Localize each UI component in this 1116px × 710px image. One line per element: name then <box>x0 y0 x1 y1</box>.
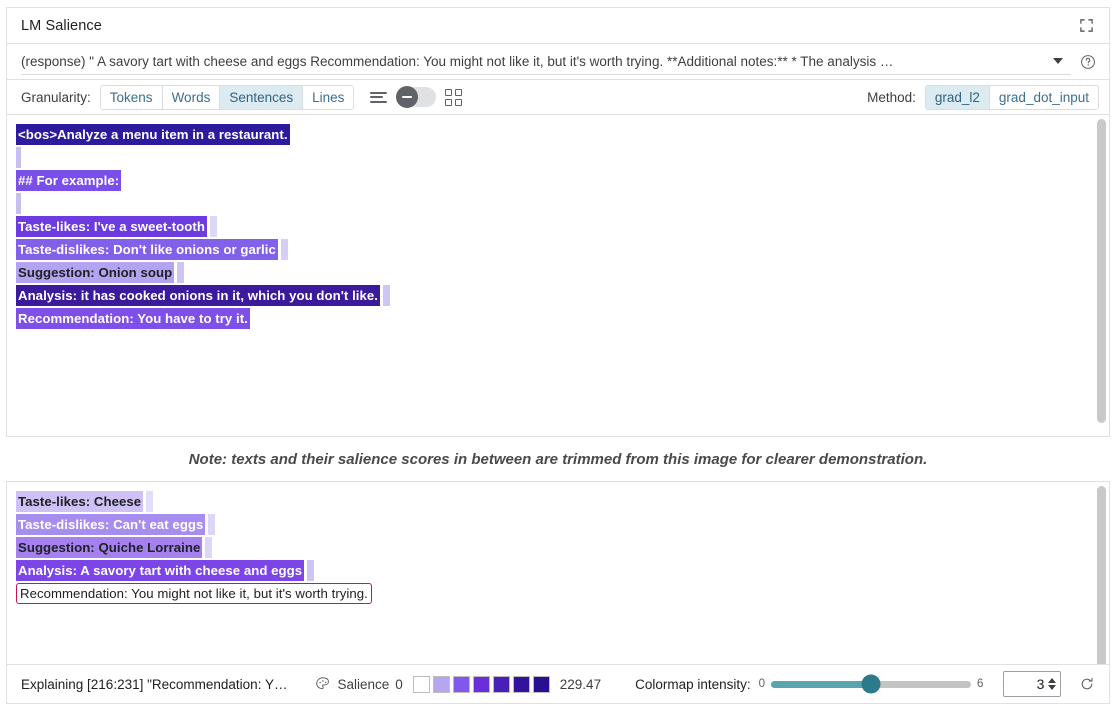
salience-module-top: LM Salience (response) " A savory tart w… <box>6 7 1110 437</box>
salience-blank-segment[interactable] <box>16 147 21 168</box>
salience-line[interactable]: Analysis: it has cooked onions in it, wh… <box>16 285 1091 306</box>
salience-line[interactable]: Suggestion: Quiche Lorraine <box>16 537 1091 558</box>
colormap-intensity-stepper[interactable]: 3 <box>1003 671 1061 697</box>
granularity-option-sentences[interactable]: Sentences <box>220 86 303 109</box>
fullscreen-expand-icon[interactable] <box>1073 13 1099 39</box>
palette-icon <box>315 676 331 692</box>
chevron-down-icon <box>1053 58 1063 64</box>
density-toggle-knob <box>396 86 418 108</box>
salience-swatch <box>433 676 450 693</box>
method-segmented-control: grad_l2 grad_dot_input <box>925 85 1099 110</box>
salience-legend: Salience 0 229.47 <box>315 676 601 693</box>
lines-view-icon[interactable] <box>370 92 387 103</box>
colormap-intensity-slider[interactable] <box>771 681 971 688</box>
salience-line[interactable] <box>16 193 1091 214</box>
salience-text-panel-top: <bos>Analyze a menu item in a restaurant… <box>7 115 1109 436</box>
salience-toolbar: Granularity: Tokens Words Sentences Line… <box>7 80 1109 115</box>
salience-swatch <box>413 676 430 693</box>
view-toggle-group <box>370 87 462 107</box>
salience-segment[interactable]: Taste-dislikes: Don't like onions or gar… <box>16 239 278 260</box>
salience-swatch <box>513 676 530 693</box>
slider-thumb[interactable] <box>862 675 881 694</box>
trim-note: Note: texts and their salience scores in… <box>0 442 1116 476</box>
granularity-option-tokens[interactable]: Tokens <box>101 86 163 109</box>
salience-line[interactable]: Taste-likes: Cheese <box>16 491 1091 512</box>
salience-segment-selected[interactable]: Recommendation: You might not like it, b… <box>16 583 372 604</box>
salience-separator-segment[interactable] <box>307 560 314 581</box>
salience-line[interactable]: <bos>Analyze a menu item in a restaurant… <box>16 124 1091 145</box>
salience-separator-segment[interactable] <box>383 285 390 306</box>
salience-legend-max: 229.47 <box>560 677 601 692</box>
salience-segment[interactable]: Taste-likes: I've a sweet-tooth <box>16 216 207 237</box>
slider-min-label: 0 <box>759 678 765 690</box>
response-select-value: (response) " A savory tart with cheese a… <box>21 54 1053 69</box>
colormap-intensity-control: Colormap intensity: 0 6 3 <box>635 671 1095 697</box>
salience-segment[interactable]: <bos>Analyze a menu item in a restaurant… <box>16 124 290 145</box>
density-toggle-switch[interactable] <box>396 87 436 107</box>
salience-lines-top: <bos>Analyze a menu item in a restaurant… <box>7 115 1109 436</box>
salience-segment[interactable]: Taste-likes: Cheese <box>16 491 143 512</box>
salience-swatch <box>473 676 490 693</box>
method-option-grad-dot-input[interactable]: grad_dot_input <box>990 86 1098 109</box>
salience-segment[interactable]: Taste-dislikes: Can't eat eggs <box>16 514 205 535</box>
colormap-slider-wrap: 0 6 <box>759 678 984 690</box>
salience-line[interactable]: ## For example: <box>16 170 1091 191</box>
salience-segment[interactable]: Recommendation: You have to try it. <box>16 308 250 329</box>
chevron-down-icon[interactable] <box>1048 685 1056 690</box>
salience-segment[interactable]: ## For example: <box>16 170 121 191</box>
salience-line[interactable]: Suggestion: Onion soup <box>16 262 1091 283</box>
module-titlebar: LM Salience <box>7 8 1109 44</box>
granularity-segmented-control: Tokens Words Sentences Lines <box>100 85 355 110</box>
salience-line[interactable]: Recommendation: You have to try it. <box>16 308 1091 329</box>
granularity-label: Granularity: <box>21 90 91 105</box>
salience-line[interactable]: Analysis: A savory tart with cheese and … <box>16 560 1091 581</box>
explaining-label: Explaining [216:231] "Recommendation: Y… <box>21 677 287 692</box>
salience-separator-segment[interactable] <box>281 239 288 260</box>
salience-line[interactable]: Recommendation: You might not like it, b… <box>16 583 1091 604</box>
stepper-arrows[interactable] <box>1048 678 1056 690</box>
salience-separator-segment[interactable] <box>210 216 217 237</box>
colormap-intensity-label: Colormap intensity: <box>635 677 751 692</box>
grid-view-icon[interactable] <box>445 89 462 106</box>
salience-separator-segment[interactable] <box>208 514 215 535</box>
stepper-value: 3 <box>1010 676 1048 692</box>
response-select-row: (response) " A savory tart with cheese a… <box>7 44 1109 80</box>
salience-line[interactable]: Taste-dislikes: Can't eat eggs <box>16 514 1091 535</box>
salience-legend-label: Salience <box>337 677 389 692</box>
granularity-option-lines[interactable]: Lines <box>303 86 353 109</box>
salience-separator-segment[interactable] <box>205 537 212 558</box>
salience-segment[interactable]: Analysis: it has cooked onions in it, wh… <box>16 285 380 306</box>
granularity-option-words[interactable]: Words <box>163 86 221 109</box>
salience-swatch <box>453 676 470 693</box>
salience-separator-segment[interactable] <box>146 491 153 512</box>
salience-segment[interactable]: Suggestion: Onion soup <box>16 262 174 283</box>
reset-refresh-icon[interactable] <box>1079 676 1095 692</box>
slider-fill <box>771 681 871 688</box>
salience-blank-segment[interactable] <box>16 193 21 214</box>
help-circle-icon[interactable] <box>1075 49 1101 75</box>
salience-footer: Explaining [216:231] "Recommendation: Y…… <box>6 664 1110 704</box>
method-option-grad-l2[interactable]: grad_l2 <box>926 86 990 109</box>
chevron-up-icon[interactable] <box>1048 678 1056 683</box>
vertical-scrollbar-top[interactable] <box>1096 117 1107 434</box>
salience-line[interactable] <box>16 147 1091 168</box>
salience-separator-segment[interactable] <box>177 262 184 283</box>
salience-line[interactable]: Taste-dislikes: Don't like onions or gar… <box>16 239 1091 260</box>
method-label: Method: <box>867 90 916 105</box>
salience-segment[interactable]: Suggestion: Quiche Lorraine <box>16 537 202 558</box>
lm-salience-app: LM Salience (response) " A savory tart w… <box>0 0 1116 710</box>
page-title: LM Salience <box>21 18 102 34</box>
salience-swatch <box>533 676 550 693</box>
slider-max-label: 6 <box>977 678 983 690</box>
scrollbar-thumb[interactable] <box>1097 119 1106 423</box>
scrollbar-thumb[interactable] <box>1097 486 1106 685</box>
salience-segment[interactable]: Analysis: A savory tart with cheese and … <box>16 560 304 581</box>
salience-swatch <box>493 676 510 693</box>
salience-line[interactable]: Taste-likes: I've a sweet-tooth <box>16 216 1091 237</box>
salience-legend-min: 0 <box>395 677 403 692</box>
response-select[interactable]: (response) " A savory tart with cheese a… <box>21 49 1071 75</box>
salience-color-swatches <box>413 676 550 693</box>
